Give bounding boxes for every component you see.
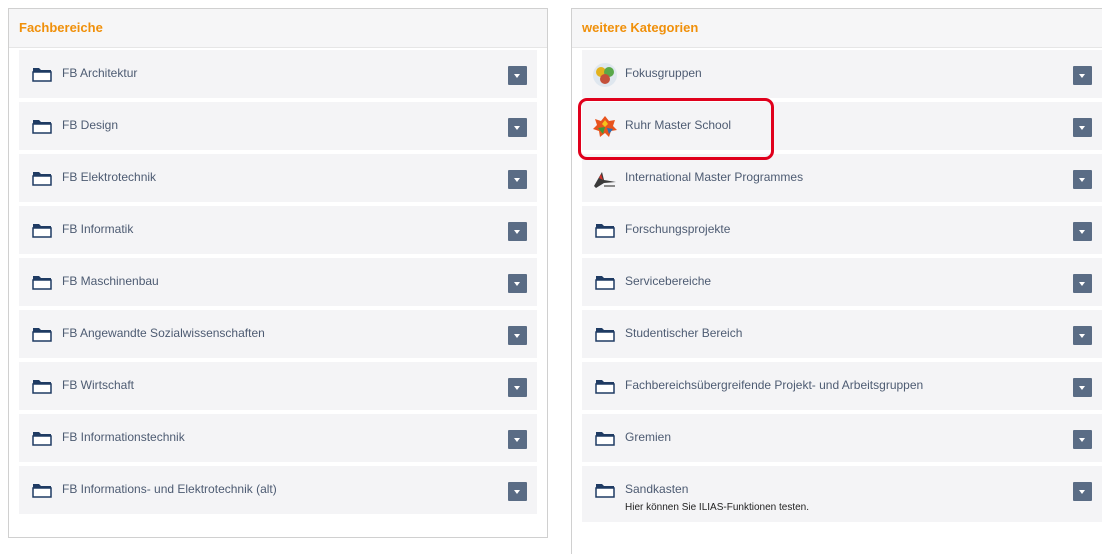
list-item-label[interactable]: FB Elektrotechnik [62,170,156,184]
list-item-fb-wirtschaft[interactable]: FB Wirtschaft [19,362,537,410]
fachbereiche-heading: Fachbereiche [9,9,547,48]
folder-icon [32,68,52,82]
weitere-kategorien-panel: weitere Kategorien Fokusgruppen Ruhr Mas… [571,8,1102,554]
fachbereiche-list: FB Architektur FB Design FB Elektrotechn… [19,50,537,518]
weitere-kategorien-list: Fokusgruppen Ruhr Master School Internat… [582,50,1102,526]
list-item-studentischer-bereich[interactable]: Studentischer Bereich [582,310,1102,358]
actions-dropdown-button[interactable] [1073,482,1092,501]
list-item-international-master-programmes[interactable]: International Master Programmes [582,154,1102,202]
list-item-gremien[interactable]: Gremien [582,414,1102,462]
list-item-label[interactable]: Studentischer Bereich [625,326,742,340]
list-item-label[interactable]: FB Maschinenbau [62,274,159,288]
list-item-ruhr-master-school[interactable]: Ruhr Master School [582,102,1102,150]
list-item-label[interactable]: FB Architektur [62,66,137,80]
list-item-label[interactable]: FB Design [62,118,118,132]
actions-dropdown-button[interactable] [1073,378,1092,397]
list-item-label[interactable]: FB Informationstechnik [62,430,185,444]
actions-dropdown-button[interactable] [508,378,527,397]
actions-dropdown-button[interactable] [508,482,527,501]
list-item-label[interactable]: Gremien [625,430,671,444]
list-item-fb-sozialwissenschaften[interactable]: FB Angewandte Sozialwissenschaften [19,310,537,358]
list-item-label[interactable]: FB Informatik [62,222,133,236]
list-item-fb-elektrotechnik[interactable]: FB Elektrotechnik [19,154,537,202]
folder-icon [32,432,52,446]
folder-icon [32,120,52,134]
list-item-label[interactable]: Ruhr Master School [625,118,731,132]
actions-dropdown-button[interactable] [508,326,527,345]
actions-dropdown-button[interactable] [1073,66,1092,85]
folder-icon [595,380,615,394]
list-item-fb-informations-elektrotechnik-alt[interactable]: FB Informations- und Elektrotechnik (alt… [19,466,537,514]
folder-icon [32,276,52,290]
list-item-label[interactable]: Fachbereichsübergreifende Projekt- und A… [625,378,923,392]
list-item-label[interactable]: Sandkasten [625,482,688,496]
list-item-label[interactable]: International Master Programmes [625,170,803,184]
list-item-label[interactable]: Fokusgruppen [625,66,702,80]
list-item-fb-architektur[interactable]: FB Architektur [19,50,537,98]
actions-dropdown-button[interactable] [508,274,527,293]
actions-dropdown-button[interactable] [1073,326,1092,345]
folder-icon [595,484,615,498]
list-item-fb-informationstechnik[interactable]: FB Informationstechnik [19,414,537,462]
folder-icon [32,484,52,498]
actions-dropdown-button[interactable] [1073,430,1092,449]
weitere-kategorien-heading: weitere Kategorien [572,9,1102,48]
list-item-label[interactable]: Servicebereiche [625,274,711,288]
list-item-fb-maschinenbau[interactable]: FB Maschinenbau [19,258,537,306]
actions-dropdown-button[interactable] [1073,170,1092,189]
list-item-sandkasten[interactable]: Sandkasten Hier können Sie ILIAS-Funktio… [582,466,1102,522]
actions-dropdown-button[interactable] [1073,118,1092,137]
actions-dropdown-button[interactable] [508,66,527,85]
actions-dropdown-button[interactable] [1073,222,1092,241]
fachbereiche-panel: Fachbereiche FB Architektur FB Design FB… [8,8,548,538]
list-item-label[interactable]: FB Informations- und Elektrotechnik (alt… [62,482,277,496]
folder-icon [595,328,615,342]
actions-dropdown-button[interactable] [508,170,527,189]
folder-icon [32,328,52,342]
list-item-fb-design[interactable]: FB Design [19,102,537,150]
folder-icon [595,276,615,290]
folder-icon [32,380,52,394]
list-item-label[interactable]: FB Angewandte Sozialwissenschaften [62,326,265,340]
folder-icon [595,432,615,446]
actions-dropdown-button[interactable] [508,222,527,241]
list-item-servicebereiche[interactable]: Servicebereiche [582,258,1102,306]
ruhr-master-school-logo-icon [593,116,617,137]
actions-dropdown-button[interactable] [1073,274,1092,293]
list-item-fachbereichsuebergreifende-gruppen[interactable]: Fachbereichsübergreifende Projekt- und A… [582,362,1102,410]
list-item-label[interactable]: Forschungsprojekte [625,222,730,236]
folder-icon [32,172,52,186]
list-item-forschungsprojekte[interactable]: Forschungsprojekte [582,206,1102,254]
list-item-fb-informatik[interactable]: FB Informatik [19,206,537,254]
folder-icon [595,224,615,238]
list-item-label[interactable]: FB Wirtschaft [62,378,134,392]
fokusgruppen-logo-icon [593,63,617,87]
actions-dropdown-button[interactable] [508,430,527,449]
list-item-description: Hier können Sie ILIAS-Funktionen testen. [625,502,809,513]
folder-icon [32,224,52,238]
international-master-logo-icon [594,172,616,188]
list-item-fokusgruppen[interactable]: Fokusgruppen [582,50,1102,98]
actions-dropdown-button[interactable] [508,118,527,137]
